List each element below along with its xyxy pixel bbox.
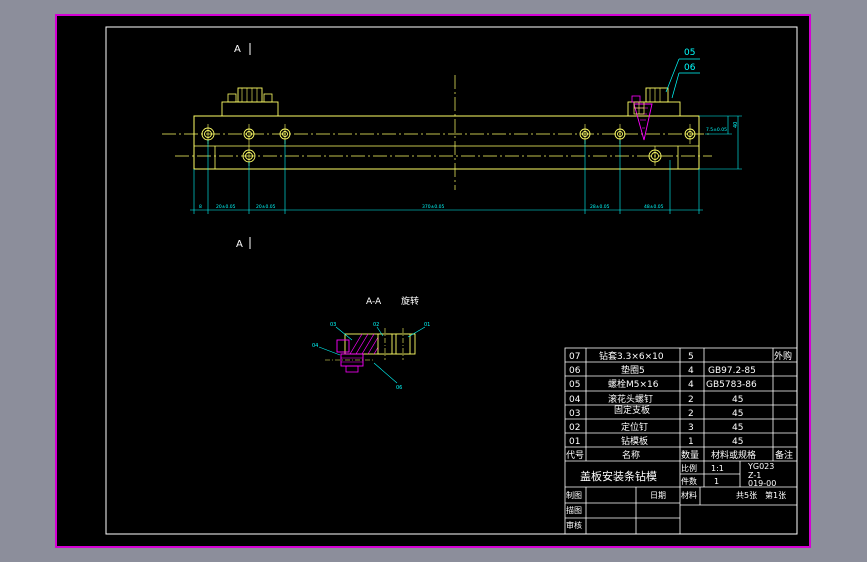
bom-row-qty: 3 [688, 423, 694, 433]
bom-row-no: 05 [569, 380, 580, 390]
bom-row-qty: 1 [688, 437, 694, 447]
bom-row-name: 滚花头螺钉 [608, 393, 653, 405]
material-label: 材料 [681, 490, 697, 500]
bom-row-note: 外购 [774, 350, 792, 362]
dim-40: 40 [733, 122, 739, 128]
bom-row-qty: 2 [688, 409, 694, 419]
traced-by-label: 描图 [566, 505, 582, 515]
bom-header-note: 备注 [775, 449, 793, 461]
dim-48: 48±0.05 [644, 204, 664, 210]
bom-header-no: 代号 [566, 450, 584, 461]
section-title: A-A [366, 297, 382, 307]
section-rotate-note: 旋转 [401, 295, 419, 307]
bom-row-qty: 5 [688, 352, 694, 362]
sec-balloon-01: 01 [424, 322, 430, 328]
bom-row-spec: GB97.2-85 [708, 366, 756, 376]
dim-20-mid: 20±0.05 [256, 204, 276, 210]
drawn-by-label: 制图 [566, 490, 582, 500]
bom-row-name: 螺栓M5×16 [608, 378, 659, 390]
bom-row-name: 钻模板 [621, 435, 648, 447]
dim-8: 8 [199, 204, 202, 210]
bom-row-qty: 2 [688, 395, 694, 405]
bom-header-spec: 材料或规格 [711, 449, 756, 461]
bom-row-spec: 45 [732, 423, 743, 433]
bom-row-spec: GB5783-86 [706, 380, 757, 390]
bom-row-name: 垫圈5 [621, 364, 645, 376]
drawing-code-3: 019-00 [748, 479, 776, 488]
bom-row-no: 07 [569, 352, 580, 362]
bom-row-spec: 45 [732, 409, 743, 419]
bom-row-qty: 4 [688, 366, 694, 376]
sec-balloon-03: 03 [330, 322, 336, 328]
sheet-number: 第1张 [765, 490, 786, 500]
bom-row-no: 06 [569, 366, 581, 376]
date-label: 日期 [650, 491, 666, 500]
drawing-name: 盖板安装条钻模 [580, 469, 657, 483]
balloon-06: 06 [684, 63, 696, 73]
section-mark-a-bottom: A [236, 239, 243, 250]
count-value: 1 [714, 477, 719, 486]
section-mark-a-top: A [234, 44, 241, 55]
scale-label: 比例 [681, 463, 697, 473]
bom-row-no: 01 [569, 437, 580, 447]
sec-balloon-06: 06 [396, 385, 402, 391]
bom-header-name: 名称 [622, 449, 640, 461]
total-sheets: 共5张 [736, 491, 757, 500]
sec-balloon-02: 02 [373, 322, 379, 328]
checked-by-label: 审核 [566, 520, 582, 530]
drawing-code-1: YG023 [747, 462, 774, 471]
dim-7-5: 7.5±0.05 [706, 127, 727, 133]
dim-28: 28±0.05 [590, 204, 610, 210]
bom-row-spec: 45 [732, 437, 743, 447]
bom-row-name: 定位钉 [621, 421, 648, 433]
scale-value: 1:1 [711, 464, 724, 473]
bom-row-spec: 45 [732, 395, 743, 405]
bom-header-qty: 数量 [681, 449, 699, 461]
dim-370: 370±0.05 [422, 204, 445, 210]
bom-row-no: 04 [569, 395, 581, 405]
bom-row-qty: 4 [688, 380, 694, 390]
cad-drawing-canvas: 8 20±0.05 20±0.05 370±0.05 28±0.05 48±0.… [55, 14, 811, 548]
balloon-05: 05 [684, 48, 695, 58]
dim-20-left: 20±0.05 [216, 204, 236, 210]
bom-row-name: 钻套3.3×6×10 [599, 350, 664, 362]
sec-balloon-04: 04 [312, 343, 318, 349]
bom-row-no: 03 [569, 409, 580, 419]
bom-row-no: 02 [569, 423, 580, 433]
bom-row-name: 固定支板 [614, 404, 650, 416]
count-label: 件数 [681, 476, 697, 486]
